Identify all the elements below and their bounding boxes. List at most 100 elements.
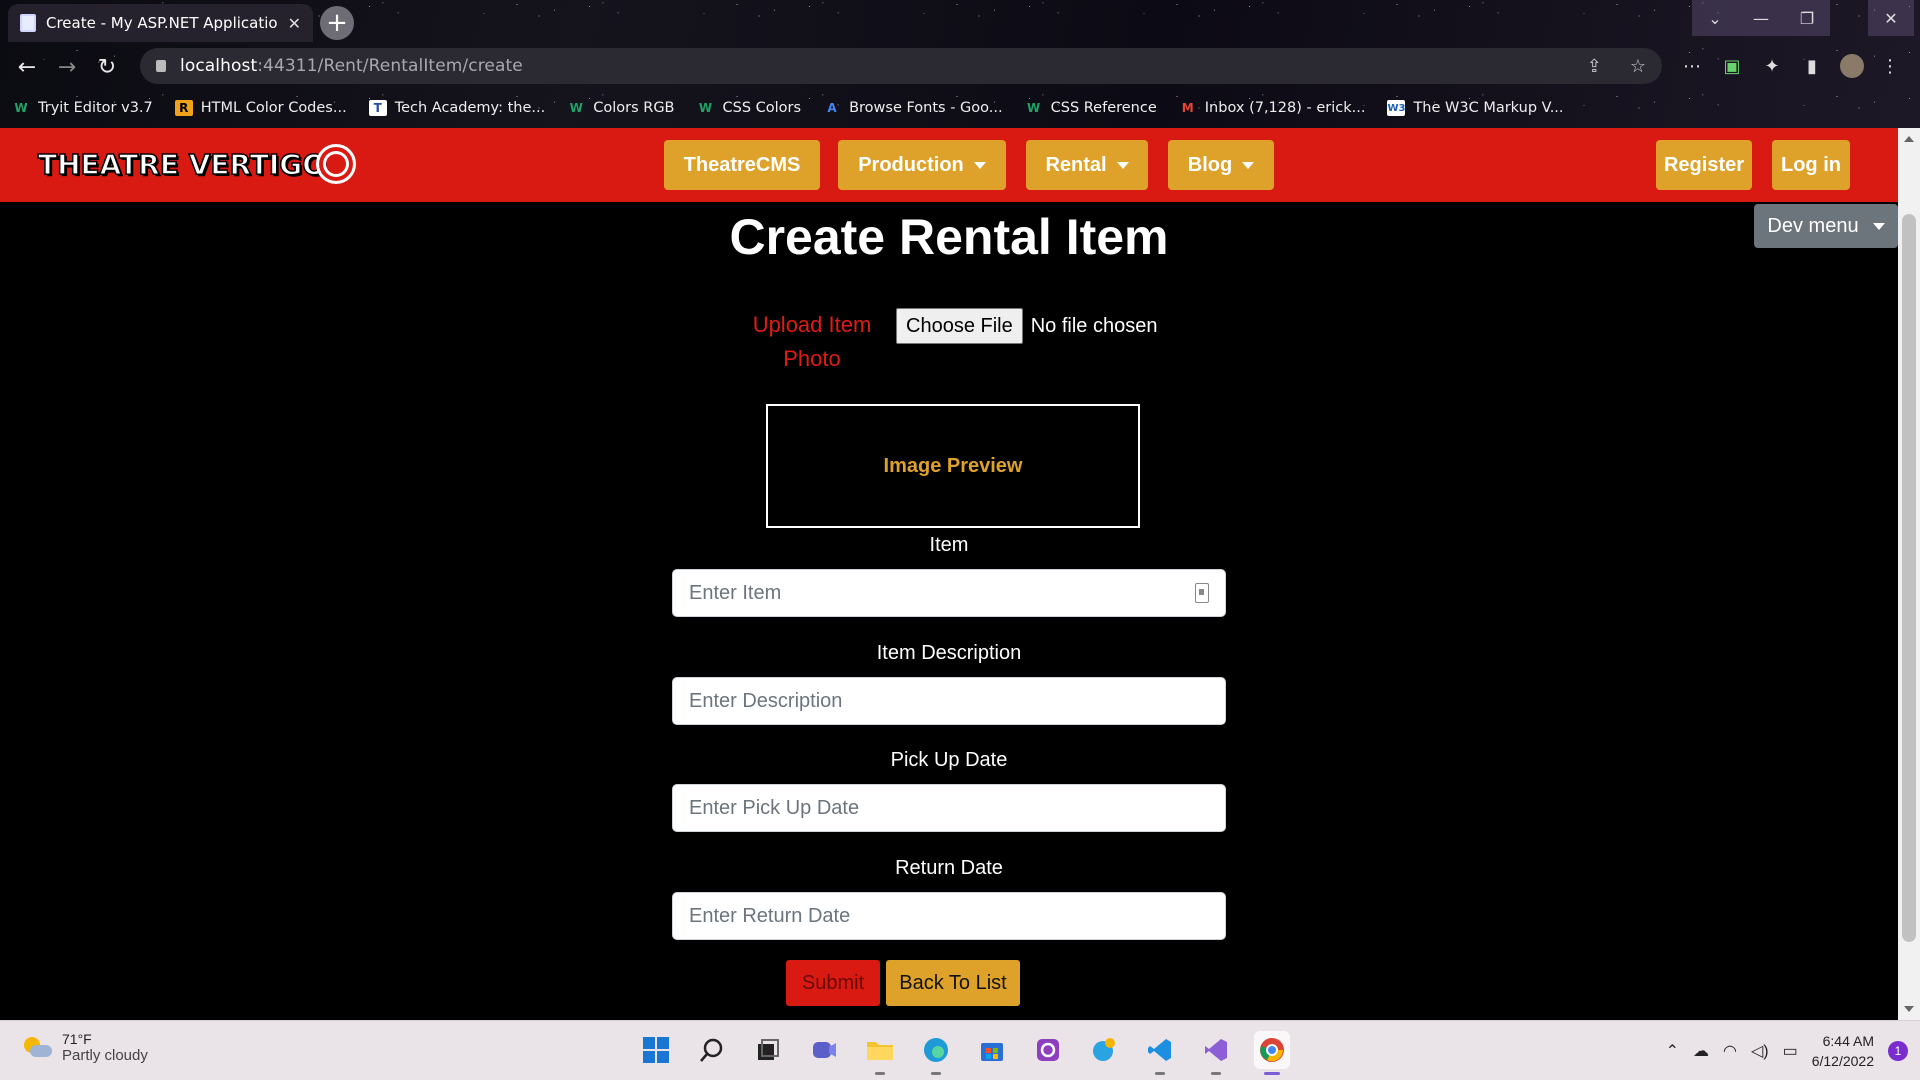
r-icon: R [174, 100, 193, 116]
bookmark-item[interactable]: W3 The W3C Markup V... [1387, 100, 1564, 116]
bookmark-star-icon[interactable]: ☆ [1630, 56, 1646, 77]
image-preview-box: Image Preview [766, 404, 1140, 528]
app-icon[interactable] [1030, 1031, 1066, 1069]
pickup-date-field[interactable] [672, 784, 1226, 832]
file-status-text: No file chosen [1030, 314, 1158, 337]
bookmark-item[interactable]: W CSS Colors [697, 100, 801, 116]
item-field[interactable] [672, 569, 1226, 617]
restore-icon[interactable]: ❐ [1784, 0, 1830, 36]
vscode-icon[interactable] [1142, 1031, 1178, 1075]
login-button[interactable]: Log in [1772, 140, 1850, 190]
scrollbar-thumb[interactable] [1902, 214, 1916, 942]
return-date-field[interactable] [672, 892, 1226, 940]
tab-title: Create - My ASP.NET Application [46, 14, 278, 32]
bookmark-item[interactable]: A Browse Fonts - Goo... [823, 100, 1002, 116]
w3-icon: W [569, 101, 583, 115]
app-icon[interactable] [1086, 1031, 1122, 1069]
task-view-icon[interactable] [750, 1031, 786, 1069]
bookmark-item[interactable]: T Tech Academy: the... [368, 100, 545, 116]
reload-icon[interactable]: ↻ [92, 52, 122, 82]
file-input[interactable]: Choose File No file chosen [896, 308, 1157, 344]
taskbar-apps [638, 1031, 1290, 1075]
extension-icon[interactable]: ⋯ [1678, 52, 1706, 80]
battery-icon[interactable]: ▭ [1783, 1041, 1798, 1061]
time-text: 6:44 AM [1822, 1033, 1874, 1049]
temperature: 71°F [62, 1031, 92, 1047]
submit-button[interactable]: Submit [786, 960, 880, 1006]
logo-ring-icon [316, 144, 357, 184]
new-tab-button[interactable]: + [320, 6, 354, 40]
weather-text: Partly cloudy [62, 1047, 148, 1064]
search-icon[interactable] [694, 1031, 730, 1069]
close-window-icon[interactable]: ✕ [1868, 0, 1914, 36]
back-icon[interactable]: ← [12, 52, 42, 82]
return-date-label: Return Date [895, 857, 1003, 879]
description-label: Item Description [876, 642, 1022, 664]
edge-icon[interactable] [918, 1031, 954, 1075]
volume-icon[interactable]: ◁) [1751, 1041, 1769, 1061]
bookmark-item[interactable]: M Inbox (7,128) - erick... [1179, 100, 1366, 116]
return-date-input[interactable] [689, 904, 1209, 928]
w3-icon: W [1026, 101, 1041, 115]
show-hidden-icons[interactable]: ⌃ [1666, 1041, 1679, 1061]
description-input[interactable] [689, 689, 1209, 713]
store-icon[interactable] [974, 1031, 1010, 1069]
gmail-icon: M [1181, 101, 1194, 115]
menu-kebab-icon[interactable]: ⋮ [1876, 52, 1904, 80]
caret-down-icon [1242, 161, 1255, 169]
nav-production-dropdown[interactable]: Production [838, 140, 1006, 190]
running-indicator [931, 1072, 941, 1075]
onedrive-icon[interactable]: ☁ [1693, 1041, 1709, 1061]
weather-widget[interactable]: 71°F Partly cloudy [22, 1031, 148, 1064]
close-tab-icon[interactable]: ✕ [288, 14, 301, 33]
notification-badge[interactable]: 1 [1888, 1041, 1908, 1061]
scroll-down-icon[interactable] [1904, 1006, 1914, 1012]
scroll-up-icon[interactable] [1904, 136, 1914, 142]
pickup-date-input[interactable] [689, 796, 1209, 820]
site-logo[interactable]: THEATRE VERTIGO [37, 144, 357, 184]
nav-blog-dropdown[interactable]: Blog [1168, 140, 1274, 190]
nav-theatrecms-button[interactable]: TheatreCMS [664, 140, 820, 190]
description-field[interactable] [672, 677, 1226, 725]
side-panel-icon[interactable]: ▮ [1798, 52, 1826, 80]
visual-studio-icon[interactable] [1198, 1031, 1234, 1075]
bookmark-item[interactable]: R HTML Color Codes... [174, 100, 347, 116]
page-icon [20, 14, 36, 32]
nav-rental-dropdown[interactable]: Rental [1026, 140, 1148, 190]
extension-icon[interactable]: ▣ [1718, 52, 1746, 80]
w3c-icon: W3 [1387, 100, 1406, 116]
address-bar[interactable]: localhost:44311/Rent/RentalItem/create ⇪… [140, 48, 1662, 84]
system-tray: ⌃ ☁ ◠ ◁) ▭ 6:44 AM 6/12/2022 1 [1666, 1031, 1908, 1071]
register-button[interactable]: Register [1656, 140, 1752, 190]
chrome-icon[interactable] [1254, 1031, 1290, 1075]
date-text: 6/12/2022 [1811, 1053, 1874, 1069]
windows-start-icon[interactable] [638, 1031, 674, 1069]
partly-cloudy-icon [22, 1035, 52, 1061]
file-explorer-icon[interactable] [862, 1031, 898, 1075]
teams-chat-icon[interactable] [806, 1031, 842, 1069]
forward-icon[interactable]: → [52, 52, 82, 82]
running-indicator [1155, 1072, 1165, 1075]
item-input[interactable] [689, 581, 1195, 605]
profile-avatar[interactable] [1838, 52, 1866, 80]
browser-tab[interactable]: Create - My ASP.NET Application ✕ [8, 4, 313, 42]
url-text: localhost:44311/Rent/RentalItem/create [180, 56, 523, 76]
pickup-date-label: Pick Up Date [890, 749, 1008, 771]
lock-icon [156, 60, 166, 72]
bookmark-item[interactable]: W Colors RGB [567, 100, 675, 116]
tab-search-icon[interactable]: ⌄ [1692, 0, 1738, 36]
fonts-icon: A [827, 101, 837, 115]
back-to-list-button[interactable]: Back To List [886, 960, 1020, 1006]
wifi-icon[interactable]: ◠ [1723, 1041, 1737, 1061]
running-indicator [1211, 1072, 1221, 1075]
choose-file-button[interactable]: Choose File [896, 308, 1023, 344]
clock[interactable]: 6:44 AM 6/12/2022 [1812, 1031, 1874, 1071]
bookmark-item[interactable]: W Tryit Editor v3.7 [12, 100, 152, 116]
page-scrollbar[interactable] [1898, 128, 1920, 1020]
bookmark-item[interactable]: W CSS Reference [1025, 100, 1157, 116]
bookmarks-bar: W Tryit Editor v3.7 R HTML Color Codes... … [12, 94, 1564, 122]
minimize-icon[interactable]: — [1738, 0, 1784, 36]
puzzle-icon[interactable]: ✦ [1758, 52, 1786, 80]
password-manager-icon[interactable] [1195, 583, 1209, 603]
share-icon[interactable]: ⇪ [1587, 56, 1602, 77]
